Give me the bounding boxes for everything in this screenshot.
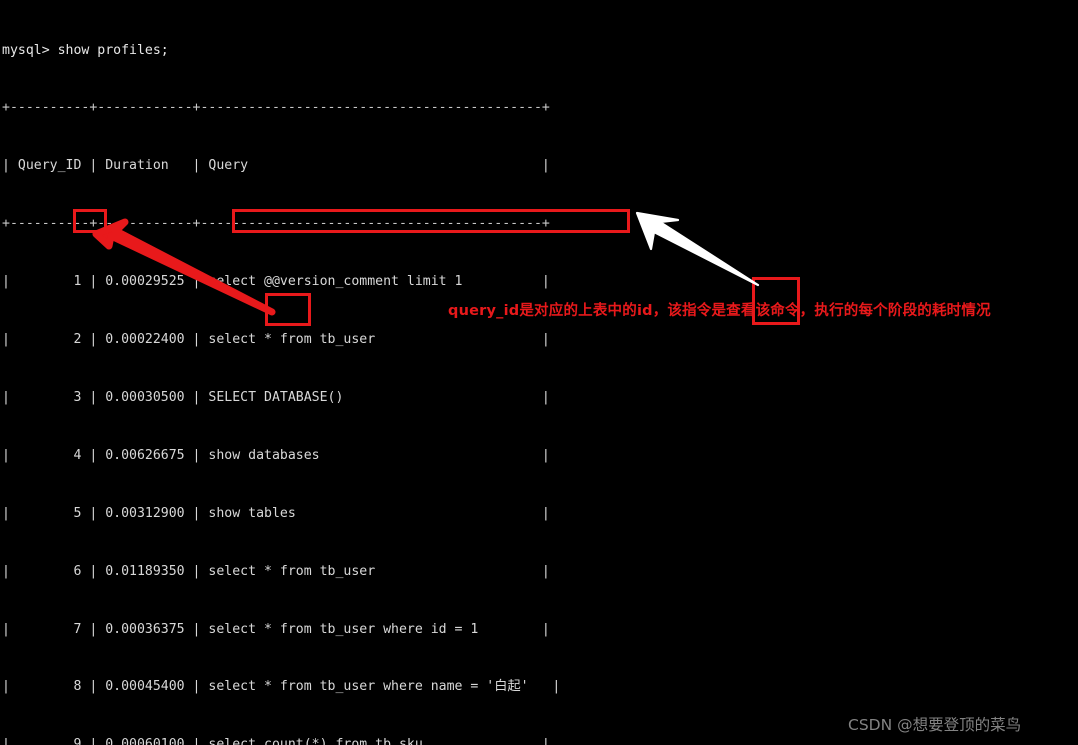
profiles-sep-top: +----------+------------+---------------… [2, 100, 550, 116]
table-row: | 5 | 0.00312900 | show tables | [2, 505, 550, 521]
table-row: | 6 | 0.01189350 | select * from tb_user… [2, 563, 550, 579]
profiles-header-row: | Query_ID | Duration | Query | [2, 158, 550, 174]
table-row: | 3 | 0.00030500 | SELECT DATABASE() | [2, 389, 550, 405]
prompt-show-profiles: mysql> show profiles; [2, 42, 169, 58]
terminal-output: mysql> show profiles; +----------+------… [0, 0, 1078, 745]
table-row: | 9 | 0.00060100 | select count(*) from … [2, 737, 550, 745]
terminal-screenshot: mysql> show profiles; +----------+------… [0, 0, 1078, 745]
table-row: | 4 | 0.00626675 | show databases | [2, 447, 550, 463]
profiles-sep-mid: +----------+------------+---------------… [2, 216, 550, 232]
table-row: | 7 | 0.00036375 | select * from tb_user… [2, 621, 550, 637]
table-row: | 2 | 0.00022400 | select * from tb_user… [2, 332, 550, 348]
table-row: | 1 | 0.00029525 | select @@version_comm… [2, 274, 550, 290]
table-row: | 8 | 0.00045400 | select * from tb_user… [2, 679, 561, 695]
